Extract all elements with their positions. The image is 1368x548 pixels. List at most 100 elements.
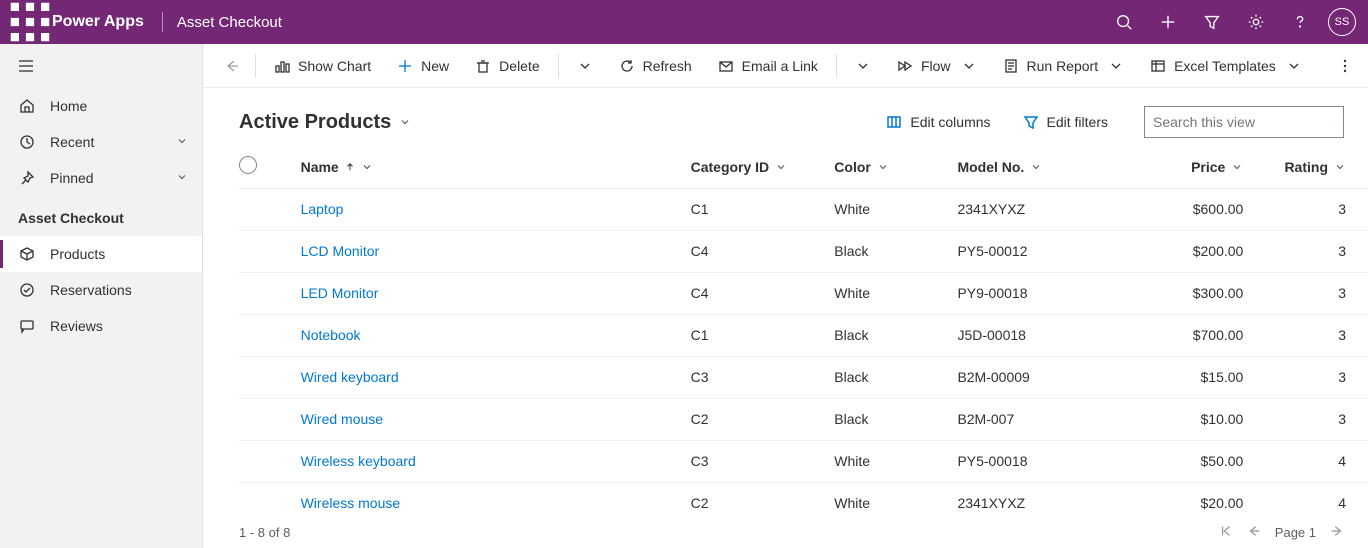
- next-page-button[interactable]: [1330, 524, 1344, 541]
- table-row[interactable]: NotebookC1BlackJ5D-00018$700.003: [239, 314, 1368, 356]
- name-cell[interactable]: Wired keyboard: [301, 356, 691, 398]
- col-header-name[interactable]: Name: [301, 146, 691, 188]
- price-cell: $600.00: [1142, 188, 1265, 230]
- rating-cell: 3: [1265, 188, 1368, 230]
- brand-label[interactable]: Power Apps: [52, 13, 160, 31]
- name-cell[interactable]: LCD Monitor: [301, 230, 691, 272]
- delete-button[interactable]: Delete: [465, 44, 549, 87]
- more-commands-button[interactable]: [1330, 58, 1360, 74]
- row-select-cell[interactable]: [239, 356, 301, 398]
- row-select-cell[interactable]: [239, 482, 301, 516]
- col-header-price[interactable]: Price: [1142, 146, 1265, 188]
- new-button[interactable]: New: [387, 44, 459, 87]
- email-link-button[interactable]: Email a Link: [708, 44, 828, 87]
- search-input[interactable]: [1153, 114, 1334, 130]
- hamburger-icon[interactable]: [0, 44, 202, 88]
- view-header: Active Products Edit columns Edit filter…: [203, 88, 1368, 146]
- table-row[interactable]: Wireless keyboardC3WhitePY5-00018$50.004: [239, 440, 1368, 482]
- table-row[interactable]: Wired keyboardC3BlackB2M-00009$15.003: [239, 356, 1368, 398]
- row-select-cell[interactable]: [239, 440, 301, 482]
- model-cell: PY5-00012: [957, 230, 1142, 272]
- model-cell: PY9-00018: [957, 272, 1142, 314]
- name-cell[interactable]: Notebook: [301, 314, 691, 356]
- sidebar-item-reservations[interactable]: Reservations: [0, 272, 202, 308]
- sidebar-item-reviews[interactable]: Reviews: [0, 308, 202, 344]
- table-row[interactable]: LED MonitorC4WhitePY9-00018$300.003: [239, 272, 1368, 314]
- filter-icon[interactable]: [1190, 0, 1234, 44]
- model-cell: B2M-007: [957, 398, 1142, 440]
- chat-icon: [18, 318, 36, 334]
- clock-icon: [18, 134, 36, 150]
- add-icon[interactable]: [1146, 0, 1190, 44]
- table-row[interactable]: LaptopC1White2341XYXZ$600.003: [239, 188, 1368, 230]
- rating-cell: 3: [1265, 314, 1368, 356]
- table-row[interactable]: LCD MonitorC4BlackPY5-00012$200.003: [239, 230, 1368, 272]
- search-box[interactable]: [1144, 106, 1344, 138]
- sidebar-group-label: Asset Checkout: [0, 196, 202, 236]
- sidebar-item-recent[interactable]: Recent: [0, 124, 202, 160]
- prev-page-button[interactable]: [1247, 524, 1261, 541]
- rating-cell: 3: [1265, 272, 1368, 314]
- table-row[interactable]: Wired mouseC2BlackB2M-007$10.003: [239, 398, 1368, 440]
- category-cell: C2: [691, 398, 835, 440]
- top-bar: Power Apps Asset Checkout SS: [0, 0, 1368, 44]
- chevron-down-icon: [1231, 161, 1243, 173]
- edit-filters-button[interactable]: Edit filters: [1015, 114, 1116, 130]
- sort-asc-icon: [345, 162, 355, 172]
- row-select-cell[interactable]: [239, 188, 301, 230]
- col-header-model[interactable]: Model No.: [957, 146, 1142, 188]
- row-select-cell[interactable]: [239, 272, 301, 314]
- search-icon[interactable]: [1102, 0, 1146, 44]
- delete-dropdown[interactable]: [567, 44, 603, 87]
- name-cell[interactable]: Wireless mouse: [301, 482, 691, 516]
- col-header-rating[interactable]: Rating: [1265, 146, 1368, 188]
- help-icon[interactable]: [1278, 0, 1322, 44]
- table-row[interactable]: Wireless mouseC2White2341XYXZ$20.004: [239, 482, 1368, 516]
- sidebar-item-products[interactable]: Products: [0, 236, 202, 272]
- col-header-category[interactable]: Category ID: [691, 146, 835, 188]
- show-chart-button[interactable]: Show Chart: [264, 44, 381, 87]
- row-select-cell[interactable]: [239, 230, 301, 272]
- category-cell: C1: [691, 188, 835, 230]
- refresh-button[interactable]: Refresh: [609, 44, 702, 87]
- user-avatar[interactable]: SS: [1328, 8, 1356, 36]
- page-label: Page 1: [1275, 525, 1316, 540]
- chevron-down-icon: [399, 116, 411, 128]
- excel-templates-button[interactable]: Excel Templates: [1140, 44, 1312, 87]
- chevron-down-icon: [1334, 161, 1346, 173]
- select-all-header[interactable]: [239, 146, 301, 188]
- check-circle-icon: [18, 282, 36, 298]
- app-launcher-icon[interactable]: [8, 0, 52, 44]
- back-button[interactable]: [217, 58, 247, 74]
- row-select-cell[interactable]: [239, 314, 301, 356]
- first-page-button[interactable]: [1219, 524, 1233, 541]
- model-cell: B2M-00009: [957, 356, 1142, 398]
- command-bar: Show Chart New Delete Refresh Email a Li…: [203, 44, 1368, 88]
- chevron-down-icon: [176, 170, 188, 186]
- category-cell: C3: [691, 440, 835, 482]
- model-cell: 2341XYXZ: [957, 482, 1142, 516]
- gear-icon[interactable]: [1234, 0, 1278, 44]
- col-header-color[interactable]: Color: [834, 146, 957, 188]
- divider: [162, 12, 163, 32]
- price-cell: $700.00: [1142, 314, 1265, 356]
- model-cell: 2341XYXZ: [957, 188, 1142, 230]
- cmd-label: Run Report: [1027, 58, 1099, 74]
- flow-button[interactable]: Flow: [887, 44, 987, 87]
- name-cell[interactable]: LED Monitor: [301, 272, 691, 314]
- checkbox-ring-icon[interactable]: [239, 156, 257, 174]
- view-title[interactable]: Active Products: [239, 111, 411, 134]
- col-label: Color: [834, 159, 871, 175]
- run-report-button[interactable]: Run Report: [993, 44, 1135, 87]
- env-label[interactable]: Asset Checkout: [177, 14, 282, 31]
- email-link-dropdown[interactable]: [845, 44, 881, 87]
- name-cell[interactable]: Laptop: [301, 188, 691, 230]
- sidebar-item-pinned[interactable]: Pinned: [0, 160, 202, 196]
- sidebar-item-home[interactable]: Home: [0, 88, 202, 124]
- row-select-cell[interactable]: [239, 398, 301, 440]
- sidebar-item-label: Reservations: [50, 282, 132, 298]
- name-cell[interactable]: Wired mouse: [301, 398, 691, 440]
- edit-columns-button[interactable]: Edit columns: [878, 114, 998, 130]
- name-cell[interactable]: Wireless keyboard: [301, 440, 691, 482]
- rating-cell: 3: [1265, 398, 1368, 440]
